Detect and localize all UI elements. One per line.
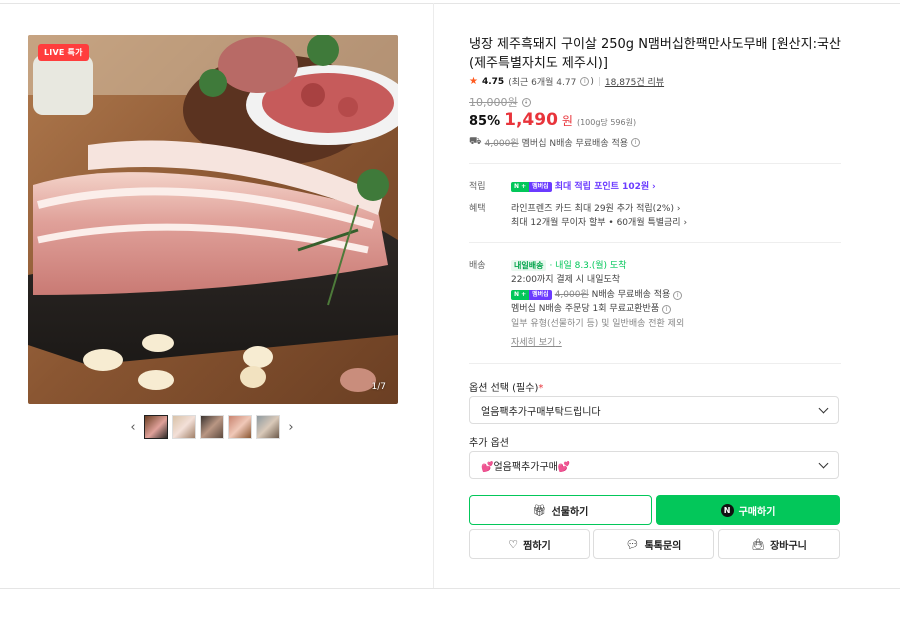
gift-button-label: 선물하기 [551, 506, 589, 518]
npay-membership-badge: N + 멤버십 [511, 181, 552, 192]
delivery-deadline: 22:00까지 결제 시 내일도착 [511, 275, 621, 285]
extra-option-select[interactable]: 💕얼음팩추가구매💕 [469, 451, 839, 479]
required-option-value: 얼음팩추가구매부탁드립니다 [481, 406, 601, 418]
required-option-label: 옵션 선택 (필수)* [469, 379, 543, 394]
info-icon[interactable]: i [673, 291, 683, 300]
section-divider [469, 363, 841, 364]
star-icon: ★ [469, 76, 478, 87]
required-option-text: 옵션 선택 (필수) [469, 383, 539, 394]
required-mark: * [538, 383, 544, 394]
free-return-text: 멤버십 N배송 주문당 1회 무료교환반품 [511, 304, 660, 314]
price-row: 85% 1,490 원 (100g당 596원) [469, 110, 636, 130]
installment-text: 최대 12개월 무이자 할부 • 60개월 특별금리 [511, 218, 681, 228]
arrival-date: · 내일 8.3.(월) 도착 [549, 261, 627, 271]
membership-badge-text: 멤버십 [529, 181, 552, 192]
free-return-row: 멤버십 N배송 주문당 1회 무료교환반품 i [511, 301, 671, 314]
bottom-divider [0, 588, 900, 589]
extra-option-label: 추가 옵션 [469, 438, 509, 449]
original-price-value: 10,000원 [469, 96, 518, 109]
point-label: 적립 [469, 182, 486, 192]
chevron-right-icon: › [652, 182, 656, 192]
npay-membership-badge: N + 멤버십 [511, 289, 552, 300]
member-shipping-row: N + 멤버십 4,000원 N배송 무료배송 적용 i [511, 287, 683, 300]
required-option-select[interactable]: 얼음팩추가구매부탁드립니다 [469, 396, 839, 424]
delivery-label: 배송 [469, 261, 486, 271]
section-divider [469, 242, 841, 243]
discount-rate: 85% [469, 114, 501, 129]
shipping-summary: ⛟ 4,000원 멤버십 N배송 무료배송 적용 i [469, 136, 641, 149]
product-page: LIVE 특가 1/7 ‹ › 냉장 제주흑돼지 구이살 250g N맴버십한팩… [0, 0, 900, 621]
section-divider [469, 163, 841, 164]
unit-price: (100g당 596원) [576, 118, 637, 127]
chevron-left-icon[interactable]: ‹ [126, 414, 140, 440]
chevron-right-icon: › [676, 204, 681, 214]
chat-bubble-icon: 💬︎ [625, 537, 640, 551]
shipping-fee-strike: 4,000원 [484, 139, 519, 149]
more-details-text: 자세히 보기 [511, 338, 556, 348]
truck-icon: ⛟ [469, 136, 482, 147]
gift-icon: 🎁︎ [532, 503, 547, 517]
buy-button[interactable]: N 구매하기 [656, 495, 840, 525]
info-icon[interactable]: i [580, 77, 590, 86]
cart-label: 장바구니 [770, 540, 807, 552]
naver-n-icon: N [720, 503, 734, 517]
npay-badge-text: N + [511, 289, 530, 300]
extra-option-value: 💕얼음팩추가구매💕 [481, 461, 571, 473]
talk-inquiry-button[interactable]: 💬︎ 톡톡문의 [593, 529, 714, 559]
pork-photo [28, 35, 398, 404]
npay-badge-text: N + [511, 181, 530, 192]
chevron-down-icon [818, 403, 829, 413]
card-benefit[interactable]: 라인프렌즈 카드 최대 29원 추가 적립(2%) › [511, 201, 680, 214]
member-shipping-strike: 4,000원 [554, 290, 589, 300]
wishlist-label: 찜하기 [523, 540, 551, 552]
talk-inquiry-label: 톡톡문의 [644, 540, 682, 552]
thumbnail-strip: ‹ › [126, 414, 298, 440]
more-details-link[interactable]: 자세히 보기 › [511, 335, 562, 348]
card-benefit-text: 라인프렌즈 카드 최대 29원 추가 적립(2%) [511, 204, 674, 214]
benefit-label: 혜택 [469, 204, 486, 214]
thumbnail-5[interactable] [256, 415, 280, 439]
info-icon[interactable]: i [521, 97, 531, 107]
cart-button[interactable]: 👜︎ 장바구니 [718, 529, 840, 559]
buy-button-label: 구매하기 [738, 506, 776, 518]
member-shipping-text: N배송 무료배송 적용 [591, 290, 671, 300]
info-icon[interactable]: i [661, 305, 671, 314]
top-divider [0, 3, 900, 4]
shopping-bag-icon: 👜︎ [751, 537, 766, 551]
tomorrow-delivery-row: 내일배송 · 내일 8.3.(월) 도착 [511, 258, 627, 271]
rating-value: 4.75 [481, 76, 505, 87]
review-count-link[interactable]: 18,875건 리뷰 [605, 75, 664, 88]
thumbnail-1[interactable] [144, 415, 168, 439]
max-point-row[interactable]: N + 멤버십 최대 적립 포인트 102원 › [511, 179, 656, 192]
rating-recent: (최근 6개월 4.77 [508, 78, 577, 88]
tomorrow-delivery-badge: 내일배송 [511, 260, 547, 271]
rating-row: ★ 4.75 (최근 6개월 4.77 i) | 18,875건 리뷰 [469, 75, 665, 88]
column-divider [433, 3, 434, 588]
shipping-text: 멤버십 N배송 무료배송 적용 [521, 139, 629, 149]
original-price: 10,000원 i [469, 94, 531, 110]
divider: | [597, 76, 601, 87]
wishlist-button[interactable]: ♡ 찜하기 [469, 529, 590, 559]
thumbnail-3[interactable] [200, 415, 224, 439]
chevron-right-icon[interactable]: › [284, 414, 298, 440]
main-product-image[interactable]: LIVE 특가 1/7 [28, 35, 398, 404]
membership-badge-text: 멤버십 [529, 289, 552, 300]
chevron-right-icon: › [683, 218, 688, 228]
image-pager: 1/7 [371, 382, 386, 392]
thumbnail-2[interactable] [172, 415, 196, 439]
info-icon[interactable]: i [631, 138, 641, 147]
gift-button[interactable]: 🎁︎ 선물하기 [469, 495, 652, 525]
heart-icon: ♡ [508, 537, 519, 551]
max-point-text: 최대 적립 포인트 102원 [554, 182, 650, 192]
currency: 원 [561, 114, 573, 128]
installment-benefit[interactable]: 최대 12개월 무이자 할부 • 60개월 특별금리 › [511, 215, 687, 228]
delivery-exception: 일부 유형(선물하기 등) 및 일반배송 전환 제외 [511, 319, 685, 329]
live-special-badge: LIVE 특가 [38, 44, 89, 61]
sale-price: 1,490 [504, 110, 558, 130]
thumbnail-4[interactable] [228, 415, 252, 439]
chevron-down-icon [818, 458, 829, 468]
product-title: 냉장 제주흑돼지 구이살 250g N맴버십한팩만사도무배 [원산지:국산(제주… [469, 37, 841, 71]
